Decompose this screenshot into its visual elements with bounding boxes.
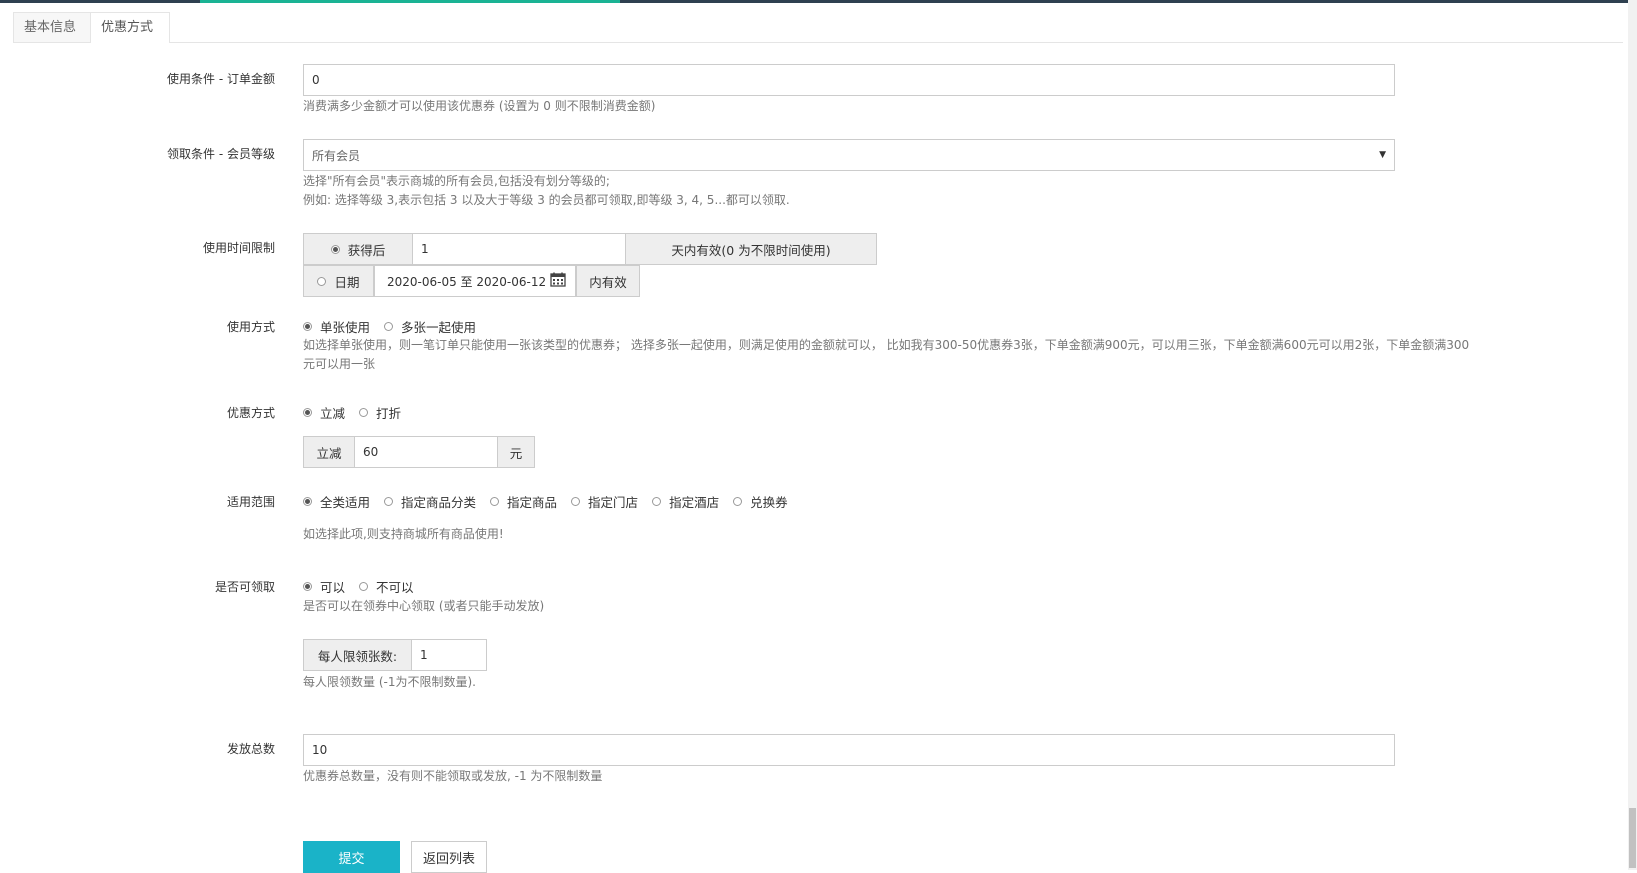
radio-checked-icon [303, 408, 312, 417]
claimable-label: 是否可领取 [214, 580, 275, 594]
after-obtain-radio[interactable]: 获得后 [303, 233, 413, 265]
scrollbar-thumb[interactable] [1629, 808, 1636, 868]
scope-hotel-radio[interactable]: 指定酒店 [652, 492, 719, 511]
scope-store-radio[interactable]: 指定门店 [571, 492, 638, 511]
scope-category-radio[interactable]: 指定商品分类 [384, 492, 476, 511]
radio-unchecked-icon [652, 497, 662, 506]
radio-checked-icon [303, 322, 312, 331]
order-amount-help: 消费满多少金额才可以使用该优惠券 (设置为 0 则不限制消费金额) [303, 99, 656, 113]
submit-button[interactable]: 提交 [303, 841, 400, 873]
tab-bar: 基本信息 优惠方式 [13, 12, 1623, 43]
claimable-yes-radio[interactable]: 可以 [303, 577, 345, 596]
top-bar [0, 0, 1637, 3]
date-suffix: 内有效 [576, 265, 640, 297]
member-level-selected: 所有会员 [312, 148, 361, 163]
time-limit-label: 使用时间限制 [202, 241, 275, 255]
scope-all-label: 全类适用 [320, 495, 371, 510]
scope-radios: 全类适用 指定商品分类 指定商品 指定门店 指定酒店 兑换券 [303, 492, 802, 511]
total-help: 优惠券总数量，没有则不能领取或发放, -1 为不限制数量 [303, 769, 603, 783]
scope-help: 如选择此项,则支持商城所有商品使用! [303, 527, 504, 541]
member-level-label: 领取条件 - 会员等级 [167, 147, 275, 161]
radio-unchecked-icon [490, 497, 500, 506]
chevron-down-icon: ▼ [1379, 150, 1386, 160]
limit-per-person-label: 每人限领张数: [303, 639, 412, 671]
order-amount-label: 使用条件 - 订单金额 [167, 72, 275, 86]
radio-checked-icon [303, 582, 312, 591]
radio-unchecked-icon [359, 408, 369, 417]
scope-voucher-label: 兑换券 [750, 495, 788, 510]
usage-mode-help-1: 如选择单张使用，则一笔订单只能使用一张该类型的优惠券； 选择多张一起使用，则满足… [303, 338, 1470, 352]
scope-all-radio[interactable]: 全类适用 [303, 492, 370, 511]
valid-days-suffix: 天内有效(0 为不限时间使用) [625, 233, 877, 265]
total-label: 发放总数 [226, 742, 275, 756]
usage-mode-label: 使用方式 [226, 320, 275, 334]
radio-checked-icon [303, 497, 312, 506]
radio-unchecked-icon [733, 497, 743, 506]
claimable-help: 是否可以在领券中心领取 (或者只能手动发放) [303, 599, 545, 613]
discount-percent-radio[interactable]: 打折 [359, 403, 401, 422]
discount-reduce-radio[interactable]: 立减 [303, 403, 345, 422]
claimable-yes-label: 可以 [320, 580, 346, 595]
scope-category-label: 指定商品分类 [401, 495, 477, 510]
tab-basic-info[interactable]: 基本信息 [13, 12, 93, 42]
radio-unchecked-icon [384, 322, 394, 331]
date-radio-label: 日期 [334, 274, 360, 290]
discount-mode-label: 优惠方式 [226, 406, 275, 420]
usage-single-label: 单张使用 [320, 320, 371, 335]
valid-days-input[interactable]: 1 [412, 233, 626, 265]
scope-voucher-radio[interactable]: 兑换券 [733, 492, 788, 511]
usage-multiple-radio[interactable]: 多张一起使用 [384, 317, 476, 336]
discount-suffix: 元 [497, 436, 535, 468]
date-range-input[interactable]: 2020-06-05 至 2020-06-12 [374, 265, 576, 297]
radio-checked-icon [330, 244, 340, 254]
discount-reduce-label: 立减 [320, 406, 346, 421]
limit-per-person-input[interactable]: 1 [411, 639, 487, 671]
discount-prefix: 立减 [303, 436, 355, 468]
discount-percent-label: 打折 [376, 406, 402, 421]
calendar-icon[interactable] [550, 272, 566, 290]
radio-unchecked-icon [384, 497, 394, 506]
claimable-no-radio[interactable]: 不可以 [359, 577, 414, 596]
scope-store-label: 指定门店 [588, 495, 639, 510]
claimable-radios: 可以 不可以 [303, 577, 428, 596]
usage-mode-radios: 单张使用 多张一起使用 [303, 317, 490, 336]
scope-label: 适用范围 [226, 495, 275, 509]
date-range-value: 2020-06-05 至 2020-06-12 [387, 274, 547, 289]
scope-hotel-label: 指定酒店 [669, 495, 720, 510]
radio-unchecked-icon [317, 276, 327, 286]
back-to-list-button[interactable]: 返回列表 [411, 841, 487, 873]
after-obtain-label: 获得后 [347, 242, 386, 258]
tab-discount-mode[interactable]: 优惠方式 [90, 12, 170, 43]
radio-unchecked-icon [359, 582, 369, 591]
discount-mode-radios: 立减 打折 [303, 403, 415, 422]
scope-goods-radio[interactable]: 指定商品 [490, 492, 557, 511]
radio-unchecked-icon [571, 497, 581, 506]
top-bar-highlight [200, 0, 620, 3]
usage-multiple-label: 多张一起使用 [401, 320, 477, 335]
order-amount-input[interactable]: 0 [303, 64, 1395, 96]
usage-single-radio[interactable]: 单张使用 [303, 317, 370, 336]
member-level-help-1: 选择"所有会员"表示商城的所有会员,包括没有划分等级的; [303, 174, 610, 188]
date-radio[interactable]: 日期 [303, 265, 374, 297]
member-level-help-2: 例如: 选择等级 3,表示包括 3 以及大于等级 3 的会员都可领取,即等级 3… [303, 193, 790, 207]
scope-goods-label: 指定商品 [507, 495, 558, 510]
limit-per-person-help: 每人限领数量 (-1为不限制数量). [303, 675, 476, 689]
scrollbar[interactable] [1628, 0, 1637, 870]
claimable-no-label: 不可以 [376, 580, 414, 595]
discount-value-input[interactable]: 60 [354, 436, 498, 468]
total-input[interactable]: 10 [303, 734, 1395, 766]
usage-mode-help-2: 元可以用一张 [303, 357, 376, 371]
member-level-select[interactable]: 所有会员 ▼ [303, 139, 1395, 171]
